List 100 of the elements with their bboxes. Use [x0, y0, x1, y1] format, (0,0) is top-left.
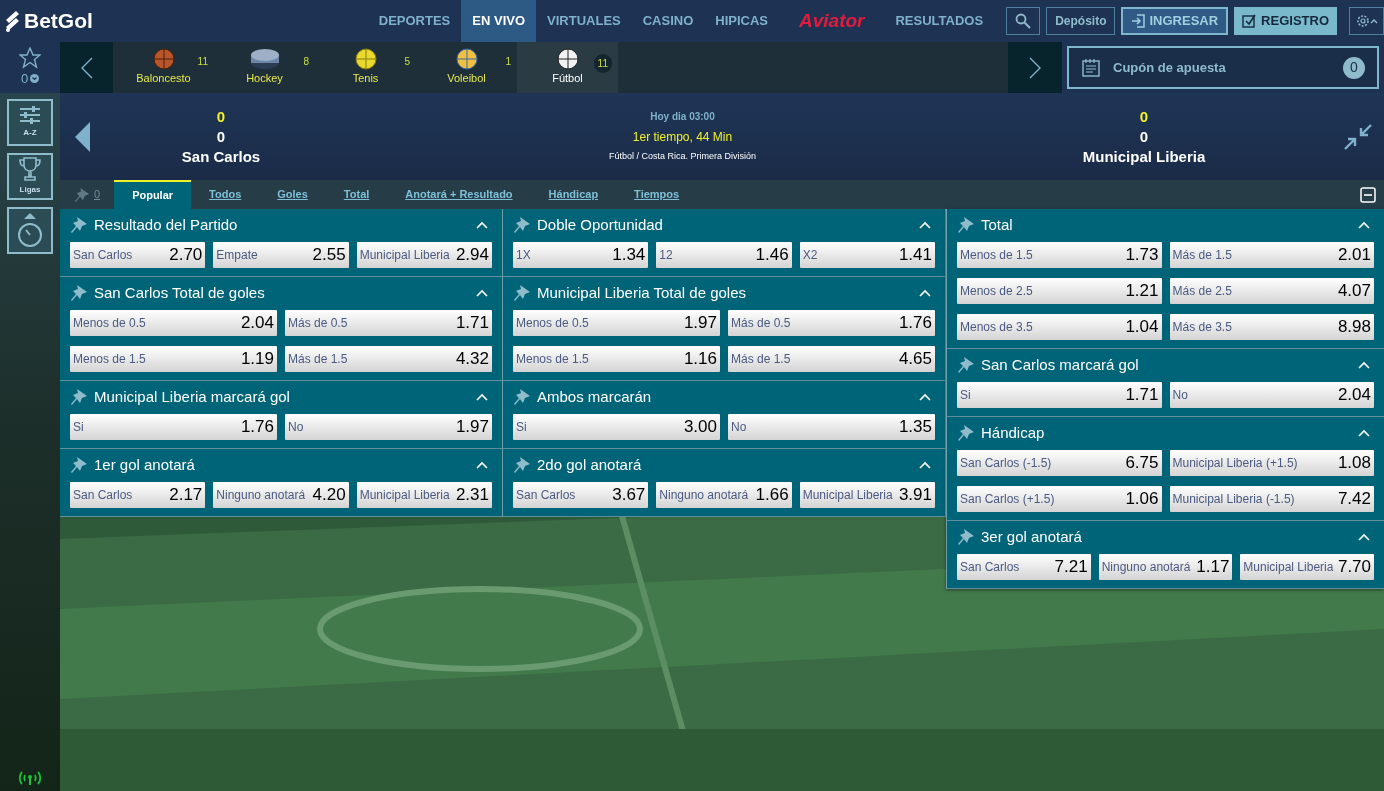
caret-icon[interactable]	[476, 461, 488, 469]
odds-button[interactable]: San Carlos 2.70	[70, 242, 206, 268]
market-tab[interactable]: Anotará + Resultado	[387, 180, 531, 209]
chevron-icon[interactable]	[30, 74, 40, 83]
market-tab[interactable]: Total	[325, 180, 388, 209]
odds-button[interactable]: Ninguno anotará 1.17	[1098, 554, 1233, 580]
sport-tab[interactable]: Tenis 5	[315, 42, 416, 93]
odds-button[interactable]: San Carlos (+1.5) 1.06	[957, 486, 1162, 512]
caret-icon[interactable]	[919, 221, 931, 229]
logo[interactable]: BetGol	[24, 5, 93, 37]
deposit-button[interactable]: Depósito	[1046, 7, 1116, 35]
pin-icon[interactable]	[957, 528, 975, 546]
market-tab[interactable]: Hándicap	[530, 180, 617, 209]
next-button[interactable]	[1008, 42, 1062, 93]
caret-icon[interactable]	[919, 461, 931, 469]
login-button[interactable]: INGRESAR	[1121, 7, 1229, 35]
odds-button[interactable]: No 2.04	[1169, 382, 1374, 408]
odds-button[interactable]: Más de 0.5 1.71	[285, 310, 492, 336]
market-tab[interactable]: Tiempos	[616, 180, 698, 209]
timer-button[interactable]	[7, 207, 53, 254]
odds-button[interactable]: Municipal Liberia 3.91	[799, 482, 935, 508]
register-button[interactable]: REGISTRO	[1234, 7, 1337, 35]
caret-icon[interactable]	[476, 289, 488, 297]
odds-button[interactable]: Más de 2.5 4.07	[1169, 278, 1374, 304]
odds-button[interactable]: Menos de 1.5 1.16	[513, 346, 720, 372]
odds-button[interactable]: San Carlos 3.67	[513, 482, 649, 508]
odds-button[interactable]: Más de 0.5 1.76	[728, 310, 935, 336]
pin-icon[interactable]	[70, 284, 88, 302]
odds-button[interactable]: San Carlos 2.17	[70, 482, 206, 508]
market-tab[interactable]: Goles	[259, 180, 326, 209]
odds-button[interactable]: Menos de 1.5 1.19	[70, 346, 277, 372]
sport-tab[interactable]: Baloncesto 11	[113, 42, 214, 93]
odds-button[interactable]: No 1.97	[285, 414, 492, 440]
nav-link[interactable]: CASINO	[631, 0, 705, 42]
pin-icon[interactable]	[957, 216, 975, 234]
odds-button[interactable]: No 1.35	[728, 414, 935, 440]
sport-tab[interactable]: Fútbol 11	[517, 42, 618, 93]
back-arrow-icon[interactable]	[75, 121, 91, 152]
pin-icon[interactable]	[70, 216, 88, 234]
caret-icon[interactable]	[476, 393, 488, 401]
odds-button[interactable]: Municipal Liberia 2.31	[356, 482, 492, 508]
sidebar-button[interactable]: A-Z	[7, 99, 53, 146]
pin-icon[interactable]	[74, 186, 90, 203]
collapse-icon[interactable]	[1344, 123, 1372, 150]
settings-button[interactable]	[1349, 7, 1384, 35]
odds-button[interactable]: Si 3.00	[513, 414, 720, 440]
team-name: San Carlos	[181, 146, 261, 167]
market-tab[interactable]: Popular	[114, 180, 192, 209]
odds-button[interactable]: Más de 1.5 4.32	[285, 346, 492, 372]
odds-button[interactable]: Menos de 0.5 1.97	[513, 310, 720, 336]
odds-button[interactable]: Más de 3.5 8.98	[1169, 314, 1374, 340]
pin-icon[interactable]	[957, 356, 975, 374]
nav-link[interactable]: VIRTUALES	[536, 0, 632, 42]
pin-icon[interactable]	[513, 456, 531, 474]
sport-tab[interactable]: Hockey 8	[214, 42, 315, 93]
odds-button[interactable]: San Carlos (-1.5) 6.75	[957, 450, 1162, 476]
odds-button[interactable]: Menos de 1.5 1.73	[957, 242, 1162, 268]
odds-button[interactable]: Municipal Liberia (-1.5) 7.42	[1169, 486, 1374, 512]
minimize-icon[interactable]	[1360, 187, 1376, 203]
market-tab[interactable]: Todos	[191, 180, 260, 209]
pin-icon[interactable]	[513, 388, 531, 406]
pin-icon[interactable]	[70, 388, 88, 406]
odds-button[interactable]: Municipal Liberia 2.94	[356, 242, 492, 268]
odds-button[interactable]: Menos de 2.5 1.21	[957, 278, 1162, 304]
odds-button[interactable]: Si 1.76	[70, 414, 277, 440]
search-button[interactable]	[1006, 7, 1041, 35]
caret-icon[interactable]	[1358, 429, 1370, 437]
odds-button[interactable]: 1X 1.34	[513, 242, 649, 268]
odds-button[interactable]: Empate 2.55	[213, 242, 349, 268]
nav-link[interactable]: EN VIVO	[461, 0, 537, 42]
odds-button[interactable]: San Carlos 7.21	[957, 554, 1091, 580]
caret-icon[interactable]	[1358, 361, 1370, 369]
odds-button[interactable]: Menos de 3.5 1.04	[957, 314, 1162, 340]
pin-icon[interactable]	[513, 284, 531, 302]
odds-button[interactable]: Municipal Liberia 7.70	[1240, 554, 1374, 580]
caret-icon[interactable]	[476, 221, 488, 229]
caret-icon[interactable]	[1358, 221, 1370, 229]
bet-slip-button[interactable]: Cupón de apuesta 0	[1067, 46, 1379, 89]
previous-button[interactable]	[60, 42, 113, 93]
odds-button[interactable]: Menos de 0.5 2.04	[70, 310, 277, 336]
sport-tab[interactable]: Voleibol 1	[416, 42, 517, 93]
nav-link[interactable]: DEPORTES	[367, 0, 462, 42]
odds-button[interactable]: Más de 1.5 2.01	[1169, 242, 1374, 268]
odds-button[interactable]: X2 1.41	[799, 242, 935, 268]
pin-icon[interactable]	[957, 424, 975, 442]
caret-icon[interactable]	[1358, 533, 1370, 541]
star-icon[interactable]	[19, 46, 41, 69]
sidebar-button[interactable]: Ligas	[7, 153, 53, 200]
caret-icon[interactable]	[919, 393, 931, 401]
odds-button[interactable]: Si 1.71	[957, 382, 1162, 408]
pin-icon[interactable]	[513, 216, 531, 234]
odds-button[interactable]: Municipal Liberia (+1.5) 1.08	[1169, 450, 1374, 476]
nav-link[interactable]: RESULTADOS	[884, 0, 995, 42]
odds-button[interactable]: Ninguno anotará 4.20	[213, 482, 349, 508]
odds-button[interactable]: Más de 1.5 4.65	[728, 346, 935, 372]
pin-icon[interactable]	[70, 456, 88, 474]
odds-button[interactable]: Ninguno anotará 1.66	[656, 482, 792, 508]
odds-button[interactable]: 12 1.46	[656, 242, 792, 268]
caret-icon[interactable]	[919, 289, 931, 297]
nav-link[interactable]: HIPICAS	[704, 0, 779, 42]
